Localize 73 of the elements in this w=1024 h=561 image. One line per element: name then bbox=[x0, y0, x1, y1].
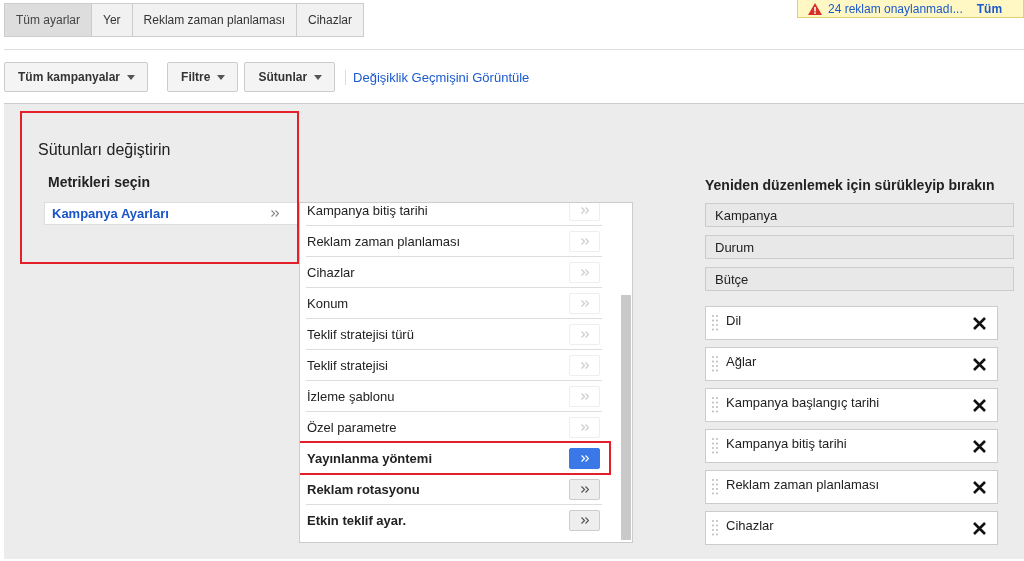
chevron-icon bbox=[580, 423, 589, 431]
metric-label: İzleme şablonu bbox=[307, 388, 395, 404]
column-item[interactable]: Ağlar bbox=[705, 347, 998, 381]
chevron-icon bbox=[580, 237, 589, 245]
column-label: Cihazlar bbox=[726, 517, 775, 533]
scrollbar[interactable] bbox=[621, 295, 631, 540]
metric-label: Yayınlanma yöntemi bbox=[307, 450, 432, 466]
caret-icon bbox=[217, 74, 226, 80]
close-icon[interactable] bbox=[973, 521, 986, 535]
drag-handle-icon[interactable] bbox=[712, 397, 718, 413]
metric-label: Konum bbox=[307, 295, 349, 311]
column-item[interactable]: Kampanya başlangıç tarihi bbox=[705, 388, 998, 422]
column-label: Reklam zaman planlaması bbox=[726, 476, 881, 492]
drag-handle-icon[interactable] bbox=[712, 315, 718, 331]
metric-label: Etkin teklif ayar. bbox=[307, 512, 406, 528]
add-button[interactable] bbox=[569, 509, 600, 531]
column-label: Kampanya başlangıç tarihi bbox=[726, 394, 881, 410]
metric-label: Reklam rotasyonu bbox=[307, 481, 420, 497]
caret-icon bbox=[127, 74, 136, 80]
chevron-icon bbox=[580, 330, 589, 338]
column-item[interactable]: Kampanya bitiş tarihi bbox=[705, 429, 998, 463]
warning-icon bbox=[808, 2, 822, 15]
close-icon[interactable] bbox=[973, 357, 986, 371]
tab[interactable]: Tüm ayarlar bbox=[4, 3, 92, 37]
fixed-column: Durum bbox=[705, 235, 1014, 259]
dropdown-button[interactable]: Tüm kampanyalar bbox=[4, 62, 149, 92]
category-label: Kampanya Ayarları bbox=[52, 206, 169, 221]
chevron-icon bbox=[580, 516, 589, 524]
close-icon[interactable] bbox=[973, 439, 986, 453]
chevron-icon bbox=[580, 392, 589, 400]
metric-label: Kampanya bitiş tarihi bbox=[307, 203, 428, 218]
metric-label: Reklam zaman planlaması bbox=[307, 233, 461, 249]
tab[interactable]: Cihazlar bbox=[297, 3, 364, 37]
dropdown-button[interactable]: Filtre bbox=[167, 62, 239, 92]
column-label: Ağlar bbox=[726, 353, 758, 369]
drag-handle-icon[interactable] bbox=[712, 356, 718, 372]
chevron-icon bbox=[580, 454, 589, 462]
metric-label: Cihazlar bbox=[307, 264, 355, 280]
close-icon[interactable] bbox=[973, 398, 986, 412]
history-link[interactable]: Değişiklik Geçmişini Görüntüle bbox=[345, 69, 530, 85]
caret-icon bbox=[314, 74, 323, 80]
column-item[interactable]: Dil bbox=[705, 306, 998, 340]
add-button[interactable] bbox=[569, 447, 600, 469]
section-heading: Metrikleri seçin bbox=[48, 173, 151, 192]
category-item[interactable]: Kampanya Ayarları bbox=[44, 202, 300, 225]
add-button[interactable] bbox=[569, 478, 600, 500]
metric-label: Teklif stratejisi türü bbox=[307, 326, 414, 342]
dropdown-button[interactable]: Sütunlar bbox=[244, 62, 336, 92]
chevron-icon bbox=[580, 206, 589, 214]
chevron-icon bbox=[580, 361, 589, 369]
column-label: Dil bbox=[726, 312, 743, 328]
column-item[interactable]: Cihazlar bbox=[705, 511, 998, 545]
chevron-icon bbox=[580, 485, 589, 493]
chevron-icon bbox=[271, 210, 279, 217]
tab[interactable]: Reklam zaman planlaması bbox=[132, 3, 297, 37]
notification-link[interactable]: Tüm bbox=[976, 1, 1003, 16]
chevron-icon bbox=[580, 299, 589, 307]
close-icon[interactable] bbox=[973, 316, 986, 330]
drag-handle-icon[interactable] bbox=[712, 438, 718, 454]
fixed-column: Bütçe bbox=[705, 267, 1014, 291]
metric-label: Özel parametre bbox=[307, 419, 397, 435]
section-heading: Yeniden düzenlemek için sürükleyip bırakın bbox=[705, 176, 996, 195]
dialog-title: Sütunları değiştirin bbox=[38, 140, 172, 160]
metric-label: Teklif stratejisi bbox=[307, 357, 388, 373]
tab[interactable]: Yer bbox=[92, 3, 133, 37]
close-icon[interactable] bbox=[973, 480, 986, 494]
chevron-icon bbox=[580, 268, 589, 276]
drag-handle-icon[interactable] bbox=[712, 479, 718, 495]
column-item[interactable]: Reklam zaman planlaması bbox=[705, 470, 998, 504]
column-label: Kampanya bitiş tarihi bbox=[726, 435, 848, 451]
notification-text: 24 reklam onaylanmadı... bbox=[828, 1, 963, 16]
fixed-column: Kampanya bbox=[705, 203, 1014, 227]
drag-handle-icon[interactable] bbox=[712, 520, 718, 536]
